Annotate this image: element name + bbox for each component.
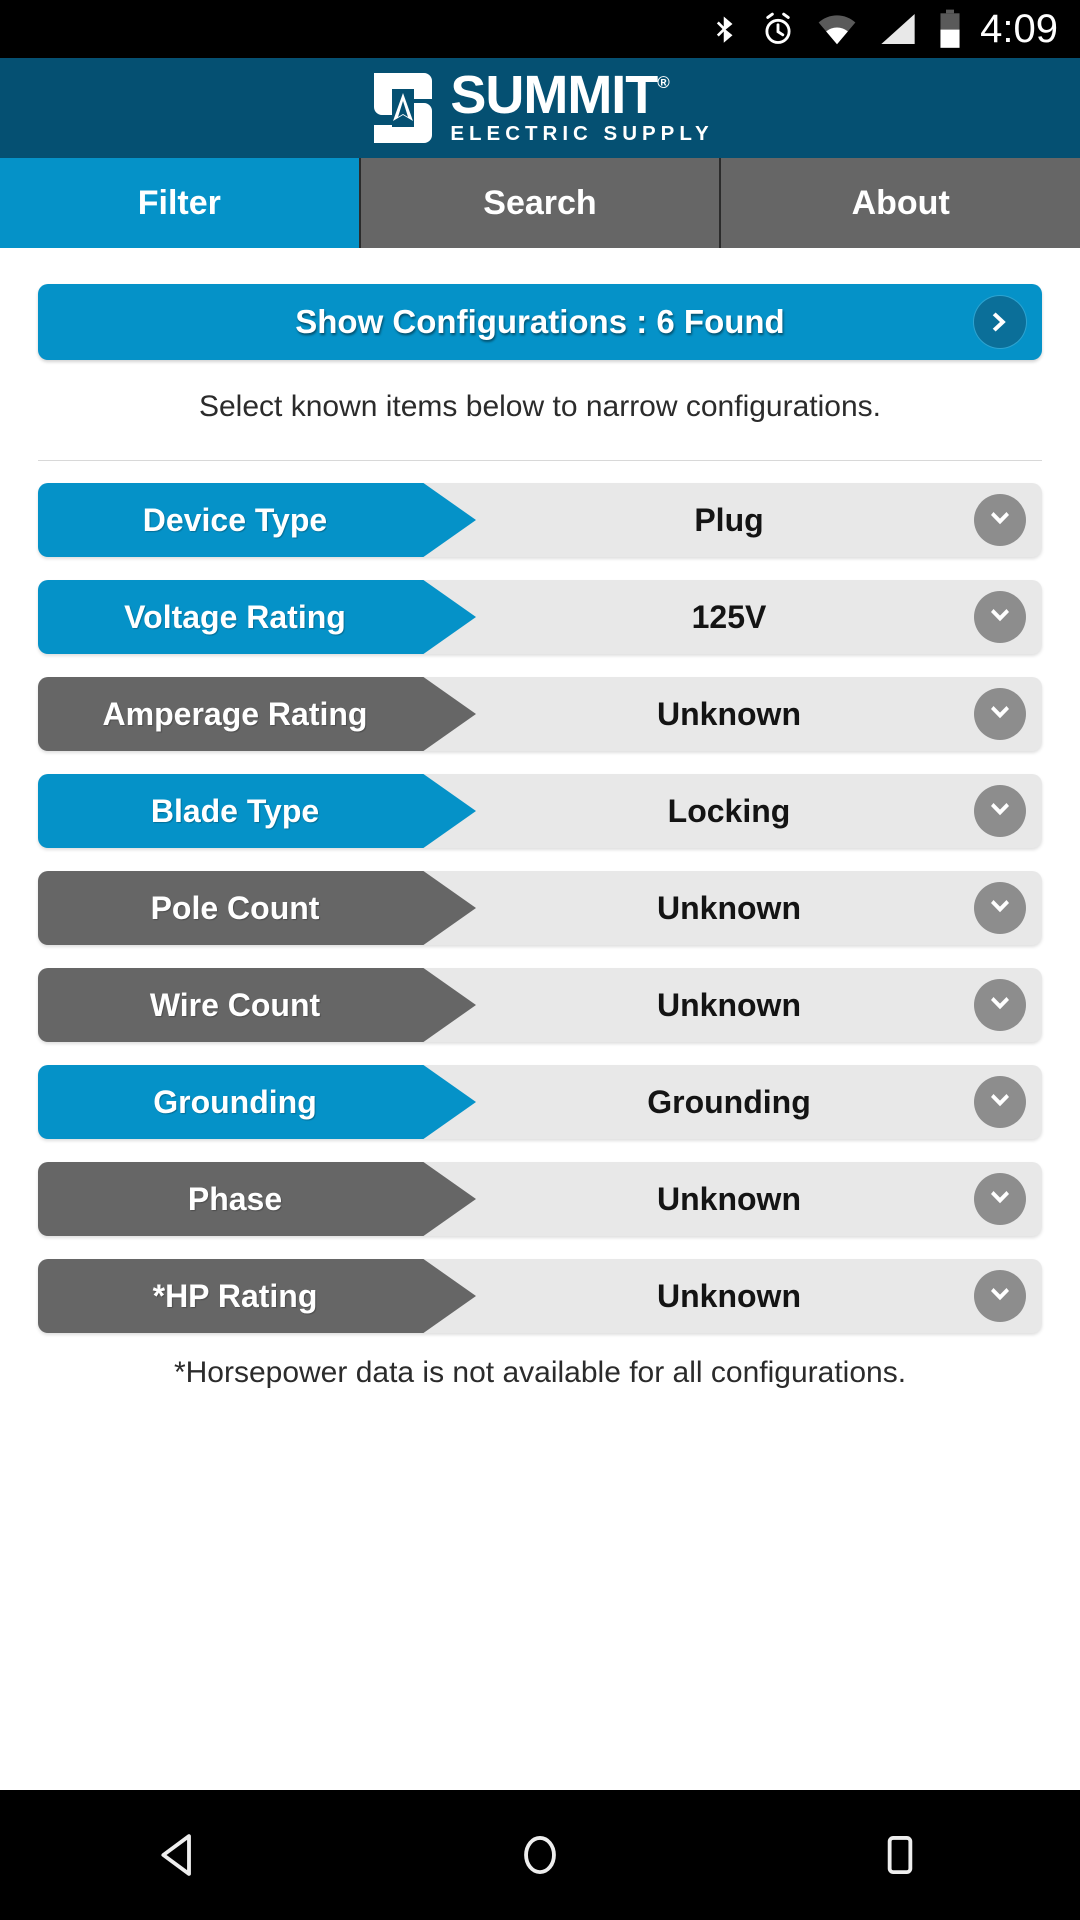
- tab-bar[interactable]: Filter Search About: [0, 158, 1080, 248]
- summit-logo: SUMMIT ® ELECTRIC SUPPLY: [366, 64, 714, 147]
- filter-row-voltage-rating[interactable]: Voltage Rating 125V: [38, 580, 1042, 654]
- tab-about[interactable]: About: [721, 158, 1080, 248]
- alarm-icon: [760, 10, 796, 48]
- filter-label-tag[interactable]: Wire Count: [38, 968, 476, 1042]
- filter-value: Unknown: [657, 695, 801, 732]
- hint-text: Select known items below to narrow confi…: [198, 390, 881, 423]
- cellular-signal-icon: [878, 12, 918, 46]
- filter-row-amperage-rating[interactable]: Amperage Rating Unknown: [38, 677, 1042, 751]
- chevron-down-icon[interactable]: [974, 785, 1026, 837]
- chevron-down-icon[interactable]: [974, 494, 1026, 546]
- wifi-icon: [816, 12, 858, 46]
- filter-row-blade-type[interactable]: Blade Type Locking: [38, 774, 1042, 848]
- filter-label: Pole Count: [150, 889, 320, 926]
- filter-value: 125V: [691, 598, 767, 635]
- android-nav-bar[interactable]: [0, 1790, 1080, 1920]
- back-triangle-icon[interactable]: [120, 1800, 240, 1910]
- filter-row-list: Device Type Plug Voltage Rating 125V Amp…: [0, 461, 1080, 1333]
- recents-square-icon[interactable]: [840, 1800, 960, 1910]
- battery-icon: [938, 9, 962, 49]
- filter-label-tag[interactable]: Blade Type: [38, 774, 476, 848]
- brand-name-text: SUMMIT: [450, 64, 658, 125]
- bluetooth-icon: [710, 9, 740, 49]
- filter-label: *HP Rating: [152, 1277, 318, 1314]
- filter-label: Device Type: [142, 501, 328, 538]
- android-status-bar: 4:09: [0, 0, 1080, 58]
- brand-header: SUMMIT ® ELECTRIC SUPPLY: [0, 58, 1080, 158]
- chevron-down-icon[interactable]: [974, 1173, 1026, 1225]
- status-bar-clock: 4:09: [980, 6, 1058, 51]
- filter-label-tag[interactable]: Device Type: [38, 483, 476, 557]
- filter-value: Grounding: [647, 1083, 811, 1120]
- chevron-down-icon[interactable]: [974, 688, 1026, 740]
- filter-label: Grounding: [153, 1083, 317, 1120]
- tab-search[interactable]: Search: [360, 158, 722, 248]
- tab-filter[interactable]: Filter: [0, 158, 361, 248]
- show-configurations-wrap: Show Configurations : 6 Found: [0, 248, 1080, 360]
- chevron-down-icon[interactable]: [974, 591, 1026, 643]
- status-icons: [710, 9, 962, 49]
- filter-label-tag[interactable]: Pole Count: [38, 871, 476, 945]
- filter-row-hp-rating[interactable]: *HP Rating Unknown: [38, 1259, 1042, 1333]
- filter-value: Locking: [667, 792, 791, 829]
- chevron-down-icon[interactable]: [974, 1270, 1026, 1322]
- chevron-right-icon[interactable]: [974, 296, 1026, 348]
- filter-row-device-type[interactable]: Device Type Plug: [38, 483, 1042, 557]
- filter-label: Blade Type: [150, 792, 320, 829]
- chevron-down-icon[interactable]: [974, 979, 1026, 1031]
- chevron-down-icon[interactable]: [974, 1076, 1026, 1128]
- summit-logo-text: SUMMIT ® ELECTRIC SUPPLY: [450, 64, 714, 145]
- brand-name: SUMMIT ®: [450, 64, 713, 125]
- filter-panel: Show Configurations : 6 Found Select kno…: [0, 248, 1080, 1390]
- filter-row-grounding[interactable]: Grounding Grounding: [38, 1065, 1042, 1139]
- registered-trademark-icon: ®: [657, 72, 669, 92]
- filter-label: Voltage Rating: [124, 598, 346, 635]
- footnote-text: *Horsepower data is not available for al…: [173, 1356, 907, 1389]
- show-configurations-label: Show Configurations : 6 Found: [295, 303, 785, 340]
- filter-value: Unknown: [657, 1180, 801, 1217]
- home-circle-icon[interactable]: [480, 1800, 600, 1910]
- filter-row-phase[interactable]: Phase Unknown: [38, 1162, 1042, 1236]
- filter-value: Unknown: [657, 889, 801, 926]
- filter-label: Amperage Rating: [102, 695, 368, 732]
- filter-value: Unknown: [657, 1277, 801, 1314]
- filter-row-wire-count[interactable]: Wire Count Unknown: [38, 968, 1042, 1042]
- filter-label-tag[interactable]: Phase: [38, 1162, 476, 1236]
- brand-tagline: ELECTRIC SUPPLY: [450, 121, 714, 145]
- show-configurations-button[interactable]: Show Configurations : 6 Found: [38, 284, 1042, 360]
- filter-label: Wire Count: [149, 986, 321, 1023]
- summit-logo-mark-icon: [366, 69, 440, 147]
- filter-value: Unknown: [657, 986, 801, 1023]
- filter-row-pole-count[interactable]: Pole Count Unknown: [38, 871, 1042, 945]
- filter-label-tag[interactable]: Amperage Rating: [38, 677, 476, 751]
- filter-label: Phase: [187, 1180, 283, 1217]
- filter-label-tag[interactable]: Grounding: [38, 1065, 476, 1139]
- chevron-down-icon[interactable]: [974, 882, 1026, 934]
- filter-value: Plug: [694, 501, 764, 538]
- filter-label-tag[interactable]: *HP Rating: [38, 1259, 476, 1333]
- filter-label-tag[interactable]: Voltage Rating: [38, 580, 476, 654]
